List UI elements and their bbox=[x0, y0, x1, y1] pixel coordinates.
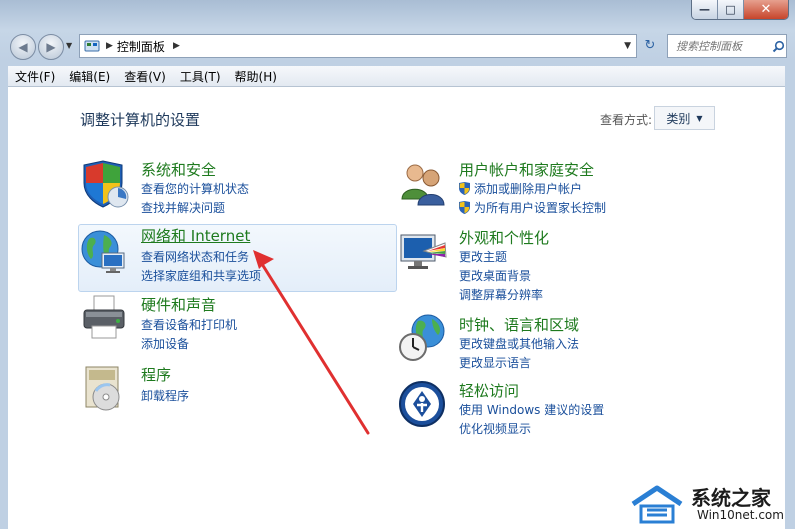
breadcrumb-arrow-icon[interactable]: ▶ bbox=[173, 41, 180, 51]
control-panel-icon bbox=[84, 40, 100, 52]
watermark-url: Win10net.com bbox=[697, 508, 784, 522]
close-button[interactable]: ✕ bbox=[744, 0, 788, 19]
title-bar: — □ ✕ bbox=[0, 0, 795, 26]
search-input[interactable] bbox=[674, 38, 772, 54]
menu-edit[interactable]: 编辑(E) bbox=[62, 68, 117, 85]
minimize-button[interactable]: — bbox=[692, 0, 718, 19]
menu-file[interactable]: 文件(F) bbox=[8, 68, 62, 85]
watermark: 系统之家 Win10net.com bbox=[627, 478, 795, 529]
refresh-icon: ↻ bbox=[644, 37, 656, 53]
menu-tools[interactable]: 工具(T) bbox=[173, 68, 228, 85]
window-frame: — □ ✕ ◀ ▶ ▼ ▶ 控制面板 ▶ ▼ ↻ 文件(F) bbox=[0, 0, 795, 529]
annotation-arrow bbox=[253, 250, 370, 435]
back-arrow-icon: ◀ bbox=[18, 40, 28, 54]
back-button[interactable]: ◀ bbox=[10, 34, 36, 60]
search-box[interactable] bbox=[667, 34, 787, 58]
recent-pages-dropdown[interactable]: ▼ bbox=[66, 41, 72, 50]
breadcrumb-control-panel[interactable]: 控制面板 bbox=[117, 38, 165, 55]
search-icon[interactable] bbox=[772, 40, 785, 53]
watermark-name: 系统之家 bbox=[691, 486, 771, 510]
address-bar[interactable]: ▶ 控制面板 ▶ ▼ bbox=[79, 34, 637, 58]
content-pane: 调整计算机的设置 查看方式: 类别 ▼ 系统和安全 查看您的计算机状态 查找并解… bbox=[8, 87, 785, 529]
menu-view[interactable]: 查看(V) bbox=[117, 68, 173, 85]
forward-arrow-icon: ▶ bbox=[46, 40, 56, 54]
refresh-button[interactable]: ↻ bbox=[639, 34, 661, 56]
maximize-button[interactable]: □ bbox=[718, 0, 744, 19]
watermark-logo-icon bbox=[631, 485, 683, 524]
forward-button[interactable]: ▶ bbox=[38, 34, 64, 60]
address-row: ◀ ▶ ▼ ▶ 控制面板 ▶ ▼ ↻ bbox=[0, 31, 795, 61]
breadcrumb-separator-icon: ▶ bbox=[106, 41, 113, 51]
menu-help[interactable]: 帮助(H) bbox=[228, 68, 284, 85]
menu-bar: 文件(F) 编辑(E) 查看(V) 工具(T) 帮助(H) bbox=[8, 66, 785, 87]
address-dropdown-icon[interactable]: ▼ bbox=[624, 41, 631, 51]
caption-buttons: — □ ✕ bbox=[691, 0, 789, 20]
